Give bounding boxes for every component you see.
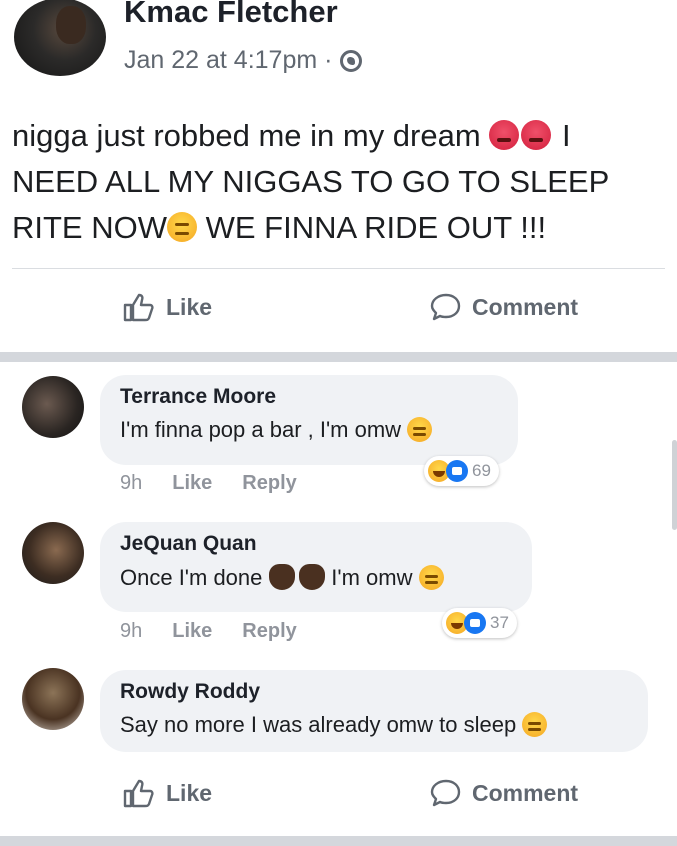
- comment-text: Say no more I was already omw to sleep: [120, 712, 517, 737]
- like-label: Like: [166, 779, 213, 806]
- sleepy-emoji-icon: [167, 212, 197, 242]
- thumbs-up-icon: [123, 779, 154, 808]
- timestamp-text[interactable]: Jan 22 at 4:17pm ·: [124, 46, 332, 75]
- reaction-summary[interactable]: 69: [424, 456, 499, 486]
- facebook-post: Kmac Fletcher Jan 22 at 4:17pm · nigga j…: [0, 0, 677, 846]
- comment-bubble: Rowdy Roddy Say no more I was already om…: [100, 670, 648, 752]
- commenter-avatar[interactable]: [22, 668, 84, 730]
- post-text-line2: NEED ALL MY NIGGAS TO GO TO SLEEP: [12, 164, 610, 199]
- commenter-name[interactable]: Terrance Moore: [120, 385, 498, 409]
- post-text-line1-tail: I: [561, 118, 571, 153]
- author-avatar[interactable]: [14, 0, 106, 76]
- reaction-summary[interactable]: 37: [442, 608, 517, 638]
- like-reaction-icon: [446, 460, 468, 482]
- comment-bubble: Terrance Moore I'm finna pop a bar , I'm…: [100, 375, 518, 465]
- section-divider: [0, 352, 677, 362]
- commenter-name[interactable]: Rowdy Roddy: [120, 680, 628, 704]
- like-label: Like: [166, 293, 213, 320]
- comment-button[interactable]: Comment: [430, 292, 578, 322]
- globe-icon: [340, 49, 363, 72]
- comment-meta: 9h Like Reply: [120, 472, 297, 495]
- thumbs-up-icon: [123, 293, 154, 322]
- comment-bubble: JeQuan Quan Once I'm done I'm omw: [100, 522, 532, 612]
- commenter-avatar[interactable]: [22, 522, 84, 584]
- comment-text: I'm finna pop a bar , I'm omw: [120, 417, 402, 442]
- comment-button[interactable]: Comment: [430, 778, 578, 808]
- reaction-count: 37: [490, 613, 509, 632]
- comment-icon: [430, 293, 461, 321]
- post-text-line3a: RITE NOW: [12, 210, 167, 245]
- comment-text-part2: I'm omw: [331, 565, 413, 590]
- comment-time[interactable]: 9h: [120, 472, 142, 495]
- comment-like-link[interactable]: Like: [172, 620, 212, 643]
- comment-text-part1: Once I'm done: [120, 565, 263, 590]
- angry-emoji-icon: [489, 120, 520, 150]
- like-reaction-icon: [464, 612, 486, 634]
- scrollbar[interactable]: [672, 440, 677, 530]
- comment-meta: 9h Like Reply: [120, 620, 297, 643]
- divider: [12, 268, 665, 269]
- commenter-name[interactable]: JeQuan Quan: [120, 532, 512, 556]
- section-divider: [0, 836, 677, 846]
- comment-label: Comment: [472, 779, 579, 806]
- comment-reply-link[interactable]: Reply: [242, 620, 296, 643]
- author-name[interactable]: Kmac Fletcher: [124, 0, 338, 30]
- commenter-avatar[interactable]: [22, 376, 84, 438]
- sleepy-emoji-icon: [522, 712, 548, 737]
- post-timestamp: Jan 22 at 4:17pm ·: [124, 46, 363, 75]
- like-button[interactable]: Like: [122, 778, 212, 808]
- post-text-line3b: WE FINNA RIDE OUT !!!: [197, 210, 547, 245]
- comment-time[interactable]: 9h: [120, 620, 142, 643]
- comment-reply-link[interactable]: Reply: [242, 472, 296, 495]
- waving-hand-icon: [298, 564, 325, 590]
- sleepy-emoji-icon: [418, 565, 444, 590]
- post-text-line1: nigga just robbed me in my dream: [12, 118, 481, 153]
- comment-icon: [430, 779, 461, 807]
- angry-emoji-icon: [521, 120, 552, 150]
- like-button[interactable]: Like: [122, 292, 212, 322]
- reaction-count: 69: [472, 461, 491, 480]
- sleepy-emoji-icon: [407, 417, 433, 442]
- waving-hand-icon: [268, 564, 295, 590]
- comment-label: Comment: [472, 293, 579, 320]
- post-text: nigga just robbed me in my dream I NEED …: [12, 113, 672, 251]
- comment-like-link[interactable]: Like: [172, 472, 212, 495]
